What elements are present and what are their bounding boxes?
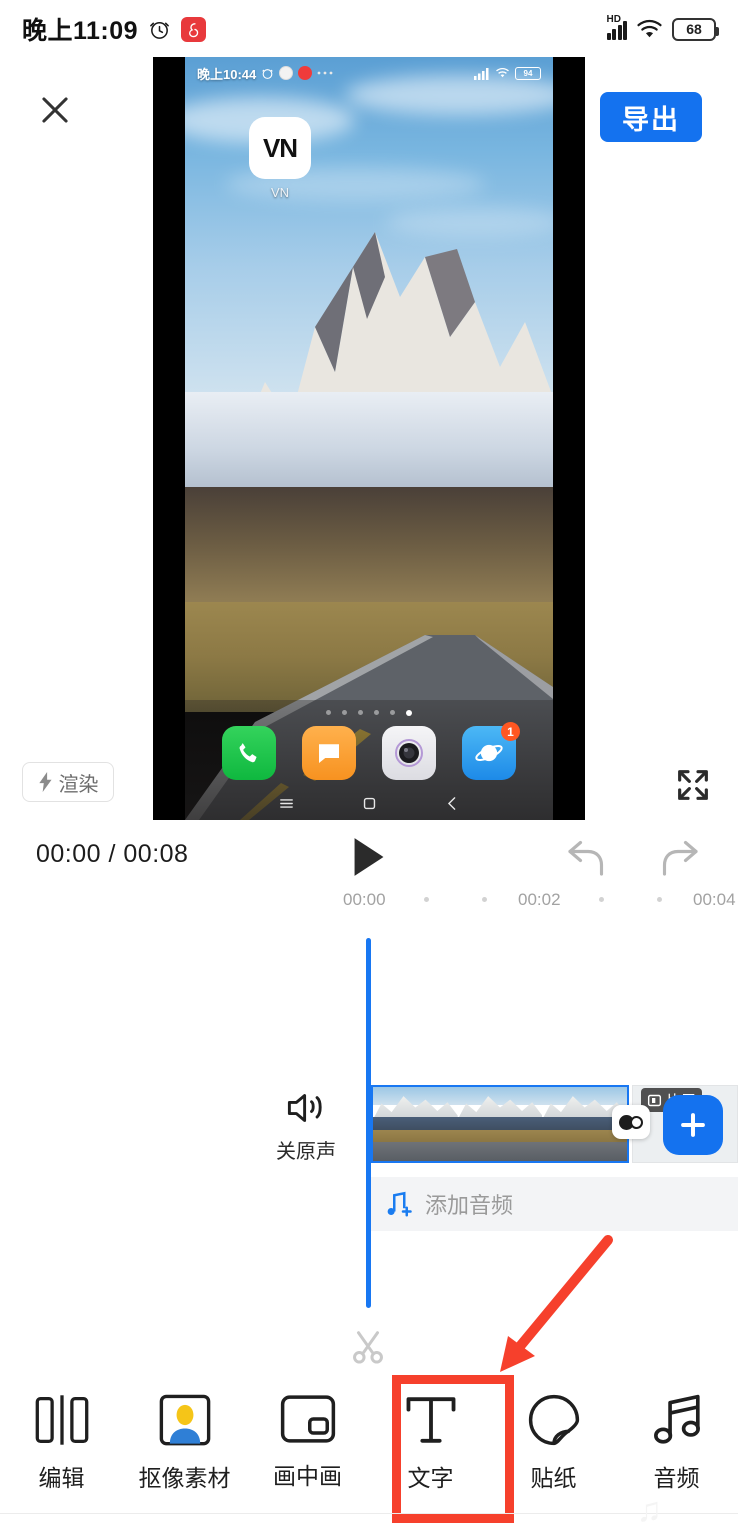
- plus-icon: [681, 1113, 705, 1137]
- picture-in-picture-icon: [280, 1395, 335, 1443]
- fullscreen-icon: [678, 770, 708, 800]
- tool-edit-label: 编辑: [38, 1465, 85, 1491]
- ruler-label-1: 00:02: [518, 890, 561, 909]
- clip-thumbnail: [373, 1087, 458, 1161]
- preview-status-right: 94: [474, 66, 541, 80]
- audio-icon: [653, 1394, 700, 1444]
- preview-battery: 94: [515, 66, 541, 80]
- wifi-icon: [637, 19, 662, 38]
- tool-text[interactable]: 文字: [376, 1394, 486, 1493]
- preview-battery-level: 94: [523, 68, 533, 78]
- wifi-icon: [496, 67, 509, 78]
- text-icon: [406, 1397, 455, 1443]
- music-note-plus-icon: [387, 1191, 412, 1217]
- vn-app-label: VN: [270, 185, 290, 200]
- scissors-icon: [353, 1331, 383, 1364]
- android-nav-bar: [185, 795, 553, 812]
- play-button[interactable]: [345, 833, 393, 881]
- close-icon: [42, 97, 68, 123]
- vn-app-shortcut: VN VN: [249, 117, 311, 200]
- ruler-label-2: 00:04: [693, 890, 736, 909]
- tool-picture-in-picture[interactable]: 画中画: [253, 1394, 363, 1491]
- close-button[interactable]: [33, 88, 77, 132]
- playback-controls: 00:00 / 00:08: [0, 828, 738, 888]
- render-button[interactable]: 渲染: [22, 762, 114, 802]
- phone-app-icon: [222, 726, 276, 780]
- ruler-label-0: 00:00: [343, 890, 386, 909]
- video-editor-screen: 晚上11:09 HD 68 导出 晚上10:44 94 VN VN 1 渲染 0…: [0, 0, 738, 1532]
- music-icon: [298, 66, 313, 80]
- tool-pip-label: 画中画: [273, 1463, 342, 1489]
- timeline-ruler: 00:00 00:02 00:04: [0, 888, 738, 918]
- speaker-icon: [287, 1094, 322, 1122]
- netease-music-icon: [181, 16, 207, 42]
- browser-badge: 1: [501, 722, 520, 741]
- browser-app-icon: 1: [462, 722, 520, 780]
- add-clip-button[interactable]: [663, 1095, 723, 1155]
- tool-audio[interactable]: 音频: [622, 1394, 732, 1493]
- mute-label: 关原声: [276, 1141, 336, 1163]
- tool-sticker[interactable]: 贴纸: [499, 1394, 609, 1493]
- alarm-icon: [262, 68, 274, 79]
- home-dock: 1: [185, 722, 553, 780]
- tool-text-label: 文字: [407, 1465, 454, 1491]
- hd-label: HD: [606, 14, 621, 25]
- redo-icon: [662, 840, 698, 876]
- clip-thumbnail: [457, 1087, 543, 1161]
- preview-content: 晚上10:44 94 VN VN 1: [185, 57, 553, 820]
- cutout-material-icon: [159, 1394, 210, 1446]
- edit-icon: [35, 1395, 88, 1445]
- redo-button[interactable]: [655, 838, 701, 880]
- status-bar-left: 晚上11:09: [22, 11, 207, 47]
- home-icon: [363, 797, 375, 810]
- qq-icon: [279, 66, 294, 80]
- preview-clock: 晚上10:44: [197, 66, 257, 82]
- tool-sticker-label: 贴纸: [530, 1465, 577, 1491]
- add-audio-label: 添加音频: [425, 1193, 514, 1218]
- preview-status-left: 晚上10:44: [197, 64, 333, 83]
- more-dots-icon: [317, 71, 333, 75]
- status-bar-right: HD 68: [606, 14, 719, 41]
- export-button-label: 导出: [622, 104, 680, 135]
- camera-app-icon: [382, 726, 436, 780]
- tool-cutout-material[interactable]: 抠像素材: [130, 1394, 240, 1493]
- tool-edit[interactable]: 编辑: [7, 1394, 117, 1493]
- back-icon: [447, 797, 455, 810]
- preview-status-bar: 晚上10:44 94: [185, 60, 553, 86]
- clip-icon: [647, 1094, 662, 1106]
- fullscreen-button[interactable]: [668, 760, 718, 810]
- time-display: 00:00 / 00:08: [36, 840, 189, 868]
- add-audio-track[interactable]: 添加音频: [371, 1177, 738, 1231]
- messages-app-icon: [302, 726, 356, 780]
- tool-cutout-label: 抠像素材: [138, 1465, 231, 1491]
- video-clip[interactable]: [371, 1085, 629, 1163]
- menu-icon: [279, 799, 293, 808]
- mute-original-sound-button[interactable]: 关原声: [270, 1090, 342, 1164]
- status-bar-clock: 晚上11:09: [22, 17, 139, 45]
- toolbar-divider: [0, 1513, 738, 1514]
- sticker-icon: [528, 1394, 579, 1446]
- home-page-dots: [185, 710, 553, 716]
- battery-level: 68: [686, 21, 702, 37]
- system-status-bar: 晚上11:09 HD 68: [0, 0, 738, 58]
- tool-audio-label: 音频: [653, 1465, 700, 1491]
- bottom-toolbar: 编辑 抠像素材 画中画 文字 贴纸 音频: [0, 1380, 738, 1515]
- signal-bars-icon: HD: [606, 14, 627, 40]
- render-button-label: 渲染: [58, 773, 99, 796]
- alarm-icon: [150, 21, 169, 39]
- export-button[interactable]: 导出: [600, 92, 702, 142]
- video-preview[interactable]: 晚上10:44 94 VN VN 1: [153, 57, 585, 820]
- split-button[interactable]: [346, 1325, 390, 1369]
- battery-indicator: 68: [672, 17, 719, 41]
- transition-toggle-icon[interactable]: [612, 1105, 650, 1139]
- play-icon: [354, 838, 384, 876]
- lightning-bolt-icon: [38, 772, 52, 792]
- undo-icon: [568, 840, 604, 876]
- signal-bars-icon: [474, 67, 489, 80]
- undo-button[interactable]: [565, 838, 611, 880]
- vn-app-icon: VN: [249, 117, 311, 179]
